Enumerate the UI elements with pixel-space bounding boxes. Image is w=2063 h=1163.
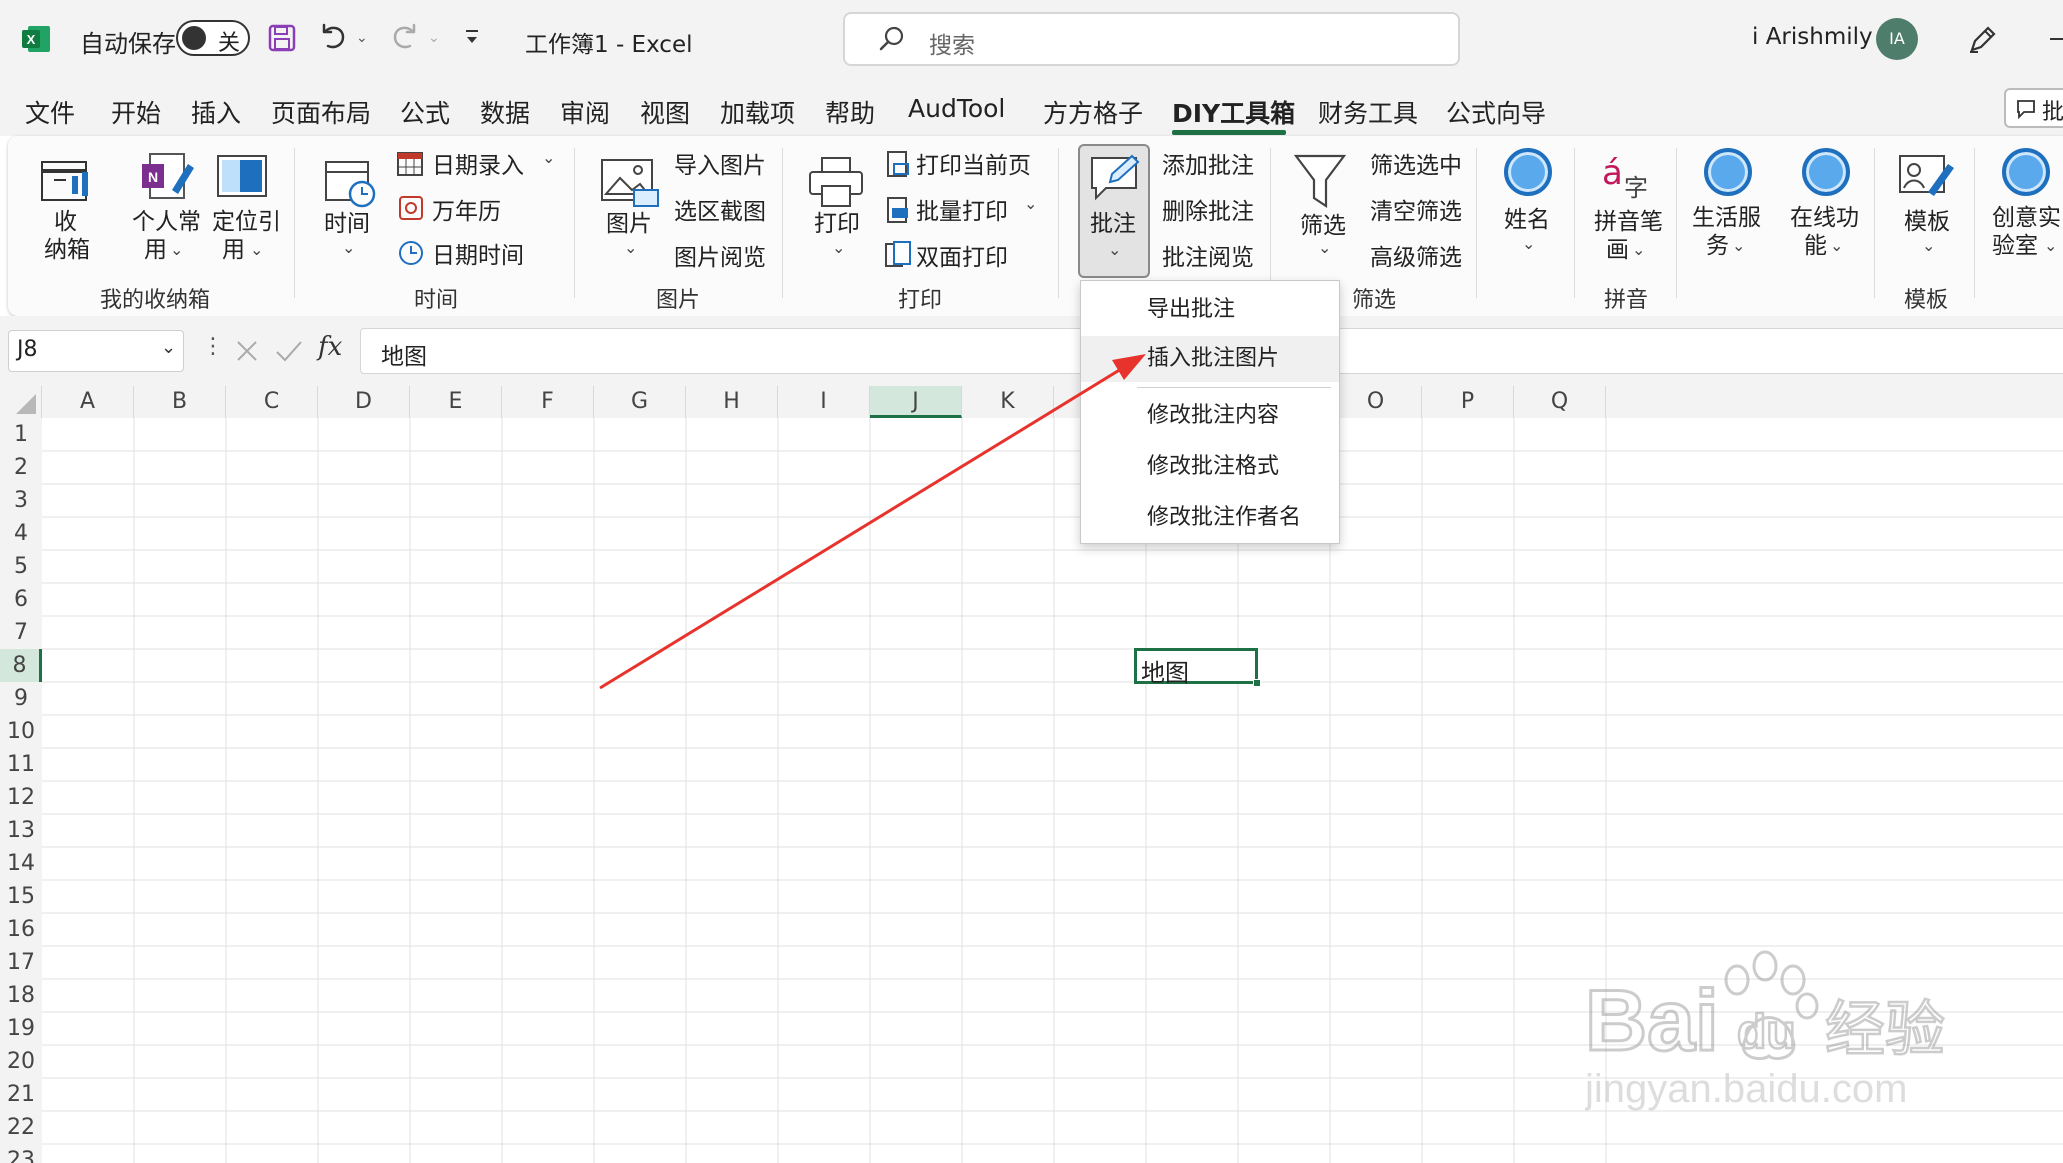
watermark-url: jingyan.baidu.com	[1585, 1067, 1907, 1111]
watermark-brand: Bai	[1585, 973, 1719, 1069]
watermark-suffix: 经验	[1825, 995, 1945, 1065]
baidu-watermark-logo: Bai du 经验 jingyan.baidu.com	[1585, 950, 1946, 1111]
watermark-brand2: du	[1737, 1006, 1796, 1059]
